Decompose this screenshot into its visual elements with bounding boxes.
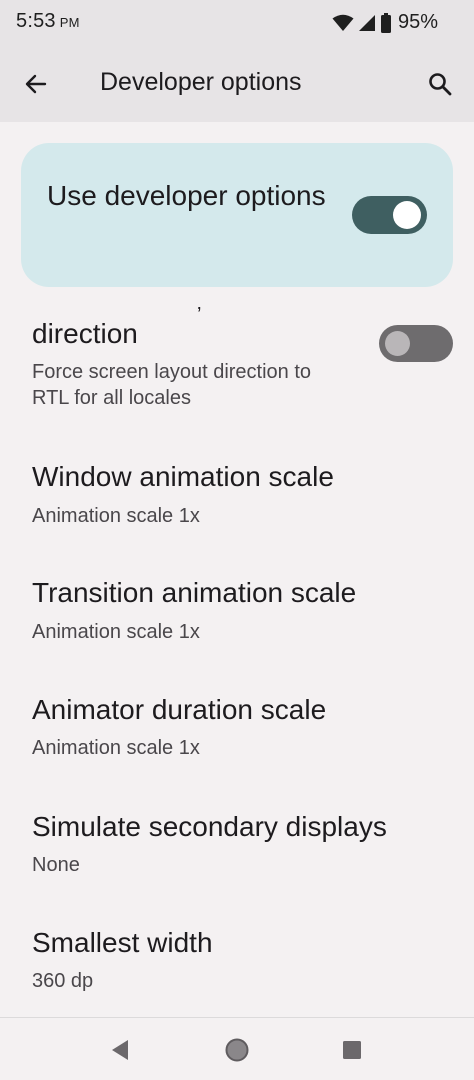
nav-back-icon xyxy=(112,1040,128,1060)
setting-title: Simulate secondary displays xyxy=(32,811,387,842)
back-button[interactable] xyxy=(16,64,56,104)
switch-thumb xyxy=(385,331,410,356)
page-title: Developer options xyxy=(100,68,302,96)
use-developer-options-label: Use developer options xyxy=(47,180,326,211)
setting-title: Smallest width xyxy=(32,927,213,958)
status-time-ampm: PM xyxy=(59,15,80,30)
setting-subtitle: 360 dp xyxy=(32,970,94,992)
nav-recents-icon xyxy=(343,1041,361,1059)
search-button[interactable] xyxy=(420,64,460,104)
setting-subtitle: Animation scale 1x xyxy=(32,621,200,643)
setting-title: Animator duration scale xyxy=(32,694,327,725)
screen: 5:53 PM 95% Developer options Use develo… xyxy=(0,0,474,1080)
status-bar: 5:53 PM 95% xyxy=(0,0,474,46)
nav-home-button[interactable] xyxy=(217,1032,257,1068)
setting-title: direction xyxy=(32,318,138,349)
switch-thumb xyxy=(393,201,421,229)
app-bar: Developer options xyxy=(0,46,474,122)
search-icon xyxy=(429,73,452,96)
navigation-bar xyxy=(0,1017,474,1080)
setting-subtitle: Animation scale 1x xyxy=(32,737,200,759)
use-developer-options-switch[interactable] xyxy=(352,196,427,234)
use-developer-options-card[interactable]: Use developer options xyxy=(21,143,453,287)
nav-home-icon xyxy=(225,1038,249,1062)
nav-back-button[interactable] xyxy=(100,1032,140,1068)
battery-percent: 95% xyxy=(397,11,438,33)
clipped-text-fragment: ’ xyxy=(197,304,202,326)
setting-title: Transition animation scale xyxy=(32,577,357,608)
nav-recents-button[interactable] xyxy=(332,1032,372,1068)
setting-subtitle: Force screen layout direction to RTL for… xyxy=(32,361,312,409)
setting-subtitle: Animation scale 1x xyxy=(32,505,200,527)
back-arrow-icon xyxy=(25,74,47,94)
status-time: 5:53 PM xyxy=(16,10,80,33)
status-icons: 95% xyxy=(332,11,438,34)
status-time-value: 5:53 xyxy=(16,10,56,32)
wifi-icon xyxy=(332,14,354,32)
cellular-signal-icon xyxy=(358,14,376,32)
setting-title: Window animation scale xyxy=(32,461,334,492)
battery-icon xyxy=(380,12,392,33)
force-rtl-switch[interactable] xyxy=(379,325,453,362)
setting-subtitle: None xyxy=(32,854,80,876)
